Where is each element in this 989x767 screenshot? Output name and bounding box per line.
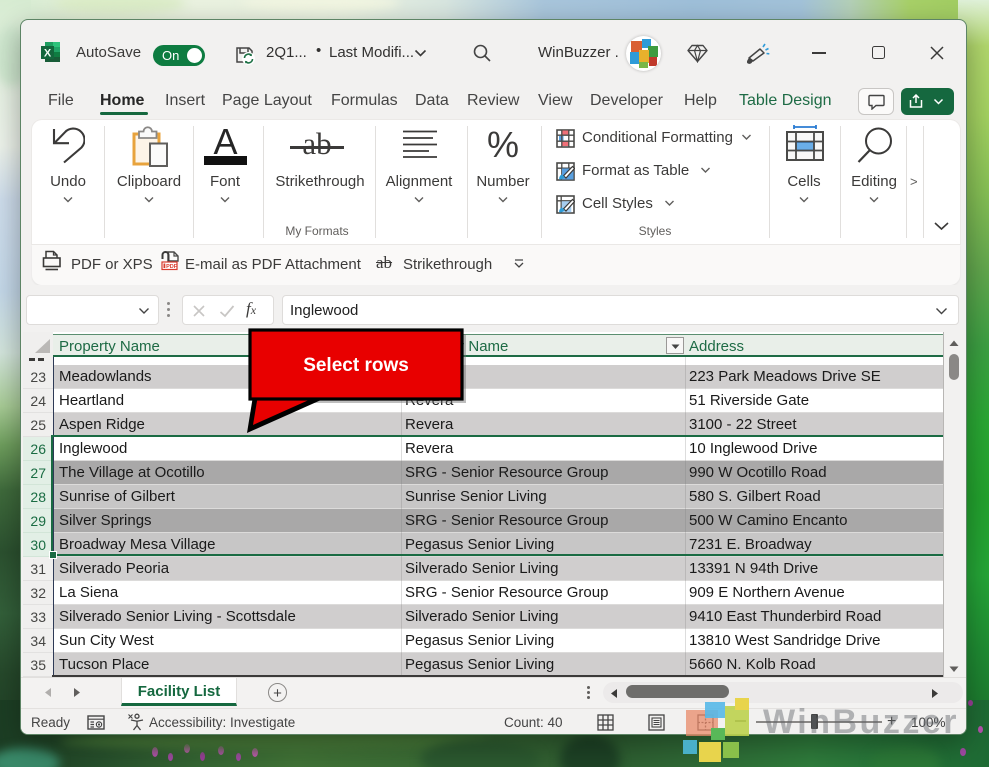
svg-text:PDF: PDF [166, 264, 178, 270]
svg-text:Select rows: Select rows [303, 355, 409, 376]
svg-text:X: X [44, 48, 52, 60]
